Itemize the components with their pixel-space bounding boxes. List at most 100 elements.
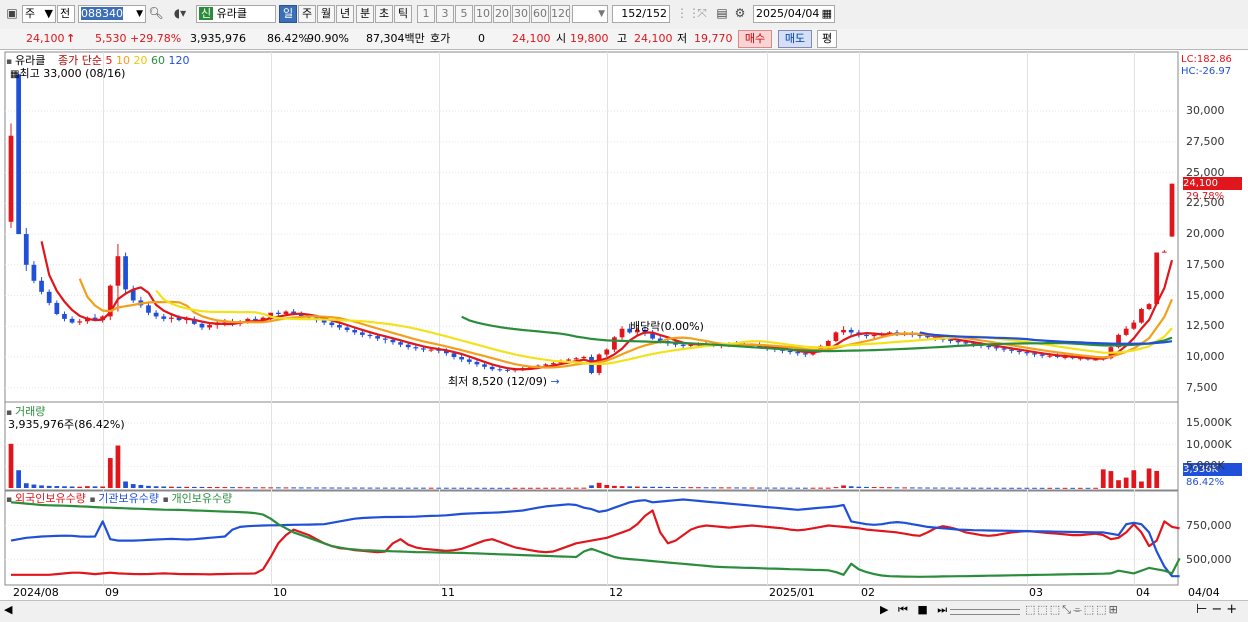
volume-bar	[1123, 477, 1129, 488]
market-select[interactable]: 주 ▼	[22, 5, 56, 23]
volume-bar	[444, 487, 449, 489]
volume-bar	[230, 487, 235, 489]
calendar-icon[interactable]: ▦	[822, 6, 832, 22]
scroll-left-icon[interactable]: ◀	[4, 603, 12, 616]
candle-body	[543, 364, 549, 366]
candle-body	[459, 356, 465, 360]
volume-bar	[825, 487, 831, 489]
candle-body	[8, 135, 14, 222]
period-day-button[interactable]: 일	[279, 5, 297, 23]
candle-body	[413, 347, 419, 349]
interval-20-button[interactable]: 20	[493, 5, 511, 23]
volume-bar	[780, 487, 785, 489]
volume-bar	[1154, 470, 1160, 488]
interval-1-button[interactable]: 1	[417, 5, 435, 23]
sell-button[interactable]: 매도	[778, 30, 812, 48]
candle-body	[421, 348, 426, 350]
volume-bar	[1055, 487, 1060, 489]
cross-icon[interactable]: ⤧	[694, 5, 710, 23]
chart-area[interactable]	[0, 50, 1248, 600]
candle-body	[1039, 354, 1045, 356]
stock-name-field[interactable]: 신 유라클	[196, 5, 276, 23]
zoom-icons[interactable]: ⊢−+	[1196, 602, 1241, 617]
period-week-button[interactable]: 주	[298, 5, 316, 23]
volume-bar	[115, 445, 121, 488]
current-price: 24,100	[26, 32, 65, 45]
ma20-label: 20	[133, 54, 148, 67]
candle-body	[77, 321, 83, 323]
candle-body	[428, 349, 434, 351]
interval-120-button[interactable]: 120	[550, 5, 570, 23]
volume-bar	[398, 487, 403, 489]
zoom-slider[interactable]	[950, 609, 1020, 615]
open-value: 19,800	[570, 32, 609, 45]
period-minute-button[interactable]: 분	[356, 5, 374, 23]
volume-bar	[963, 487, 969, 489]
count-field[interactable]: 152/152	[612, 5, 670, 23]
dots-icon[interactable]: ⋮⋮	[676, 5, 700, 23]
volume-bar	[665, 486, 671, 488]
candles	[8, 74, 1175, 376]
volume-bar	[344, 487, 350, 489]
volume-bar	[543, 487, 549, 489]
candle-body	[466, 359, 472, 362]
volume-bar	[298, 487, 304, 489]
mode-select[interactable]: 전	[57, 5, 75, 23]
save-icon[interactable]: ▤	[714, 5, 730, 23]
candle-body	[1047, 355, 1053, 357]
price-tick-label: 7,500	[1186, 380, 1218, 394]
candle-body	[283, 311, 289, 314]
volume-bar	[413, 487, 419, 489]
interval-60-button[interactable]: 60	[531, 5, 549, 23]
price-tick-label: 17,500	[1186, 257, 1225, 271]
period-second-button[interactable]: 초	[375, 5, 393, 23]
speaker-icon[interactable]: ◖▾	[166, 5, 194, 23]
period-month-button[interactable]: 월	[317, 5, 335, 23]
volume-value: 3,935,976	[190, 32, 246, 45]
period-year-button[interactable]: 년	[336, 5, 354, 23]
volume-bar	[337, 487, 342, 489]
search-icon[interactable]: 🔍︎	[148, 5, 164, 23]
playback-controls[interactable]: ▶ ⏮ ■ ⏭	[880, 603, 950, 617]
interval-3-button[interactable]: 3	[436, 5, 454, 23]
buy-button[interactable]: 매수	[738, 30, 772, 48]
min-text: 최저 8,520 (12/09)	[448, 375, 548, 388]
period-tick-button[interactable]: 틱	[394, 5, 412, 23]
volume-bar	[1146, 468, 1152, 488]
volume-bar	[260, 487, 266, 489]
date-field[interactable]: 2025/04/04 ▦	[753, 5, 835, 23]
candle-body	[803, 353, 808, 355]
layout-icon[interactable]: ▣	[4, 5, 20, 23]
gear-icon[interactable]: ⚙	[732, 5, 748, 23]
ma5-label: 5	[105, 54, 113, 67]
volume-bar	[726, 487, 732, 489]
candle-body	[497, 369, 503, 371]
hc-label: HC:-26.97	[1181, 66, 1232, 77]
candle-body	[1032, 353, 1037, 355]
interval-30-button[interactable]: 30	[512, 5, 530, 23]
volume-bar	[275, 487, 281, 489]
volume-bar	[107, 458, 113, 488]
volume-tick-label: 10,000K	[1186, 437, 1232, 451]
ma60-label: 60	[150, 54, 165, 67]
volume-bar	[1070, 487, 1076, 489]
dot-icon: ▪	[89, 495, 99, 505]
code-input[interactable]: 088340 ▼	[78, 5, 146, 23]
interval-10-button[interactable]: 10	[474, 5, 492, 23]
volume-bar	[69, 486, 75, 488]
candle-body	[604, 349, 610, 355]
volume-bar	[375, 487, 380, 489]
ma-legend: 종가 단순 5 10 20 60 120	[58, 54, 189, 67]
volume-bar	[184, 486, 190, 488]
volume-bar	[214, 487, 220, 489]
pyeong-button[interactable]: 평	[817, 30, 837, 48]
custom-interval-select[interactable]: ▼	[572, 5, 608, 23]
volume-bar	[856, 486, 862, 488]
tool-icons[interactable]: ⬚⬚⬚⤡⌯⬚⬚⊞	[1025, 603, 1120, 617]
candle-body	[841, 329, 846, 333]
volume-bar	[169, 486, 174, 488]
x-tick-label: 04	[1136, 586, 1150, 599]
interval-5-button[interactable]: 5	[455, 5, 473, 23]
candle-body	[650, 333, 655, 339]
candle-body	[153, 312, 159, 317]
